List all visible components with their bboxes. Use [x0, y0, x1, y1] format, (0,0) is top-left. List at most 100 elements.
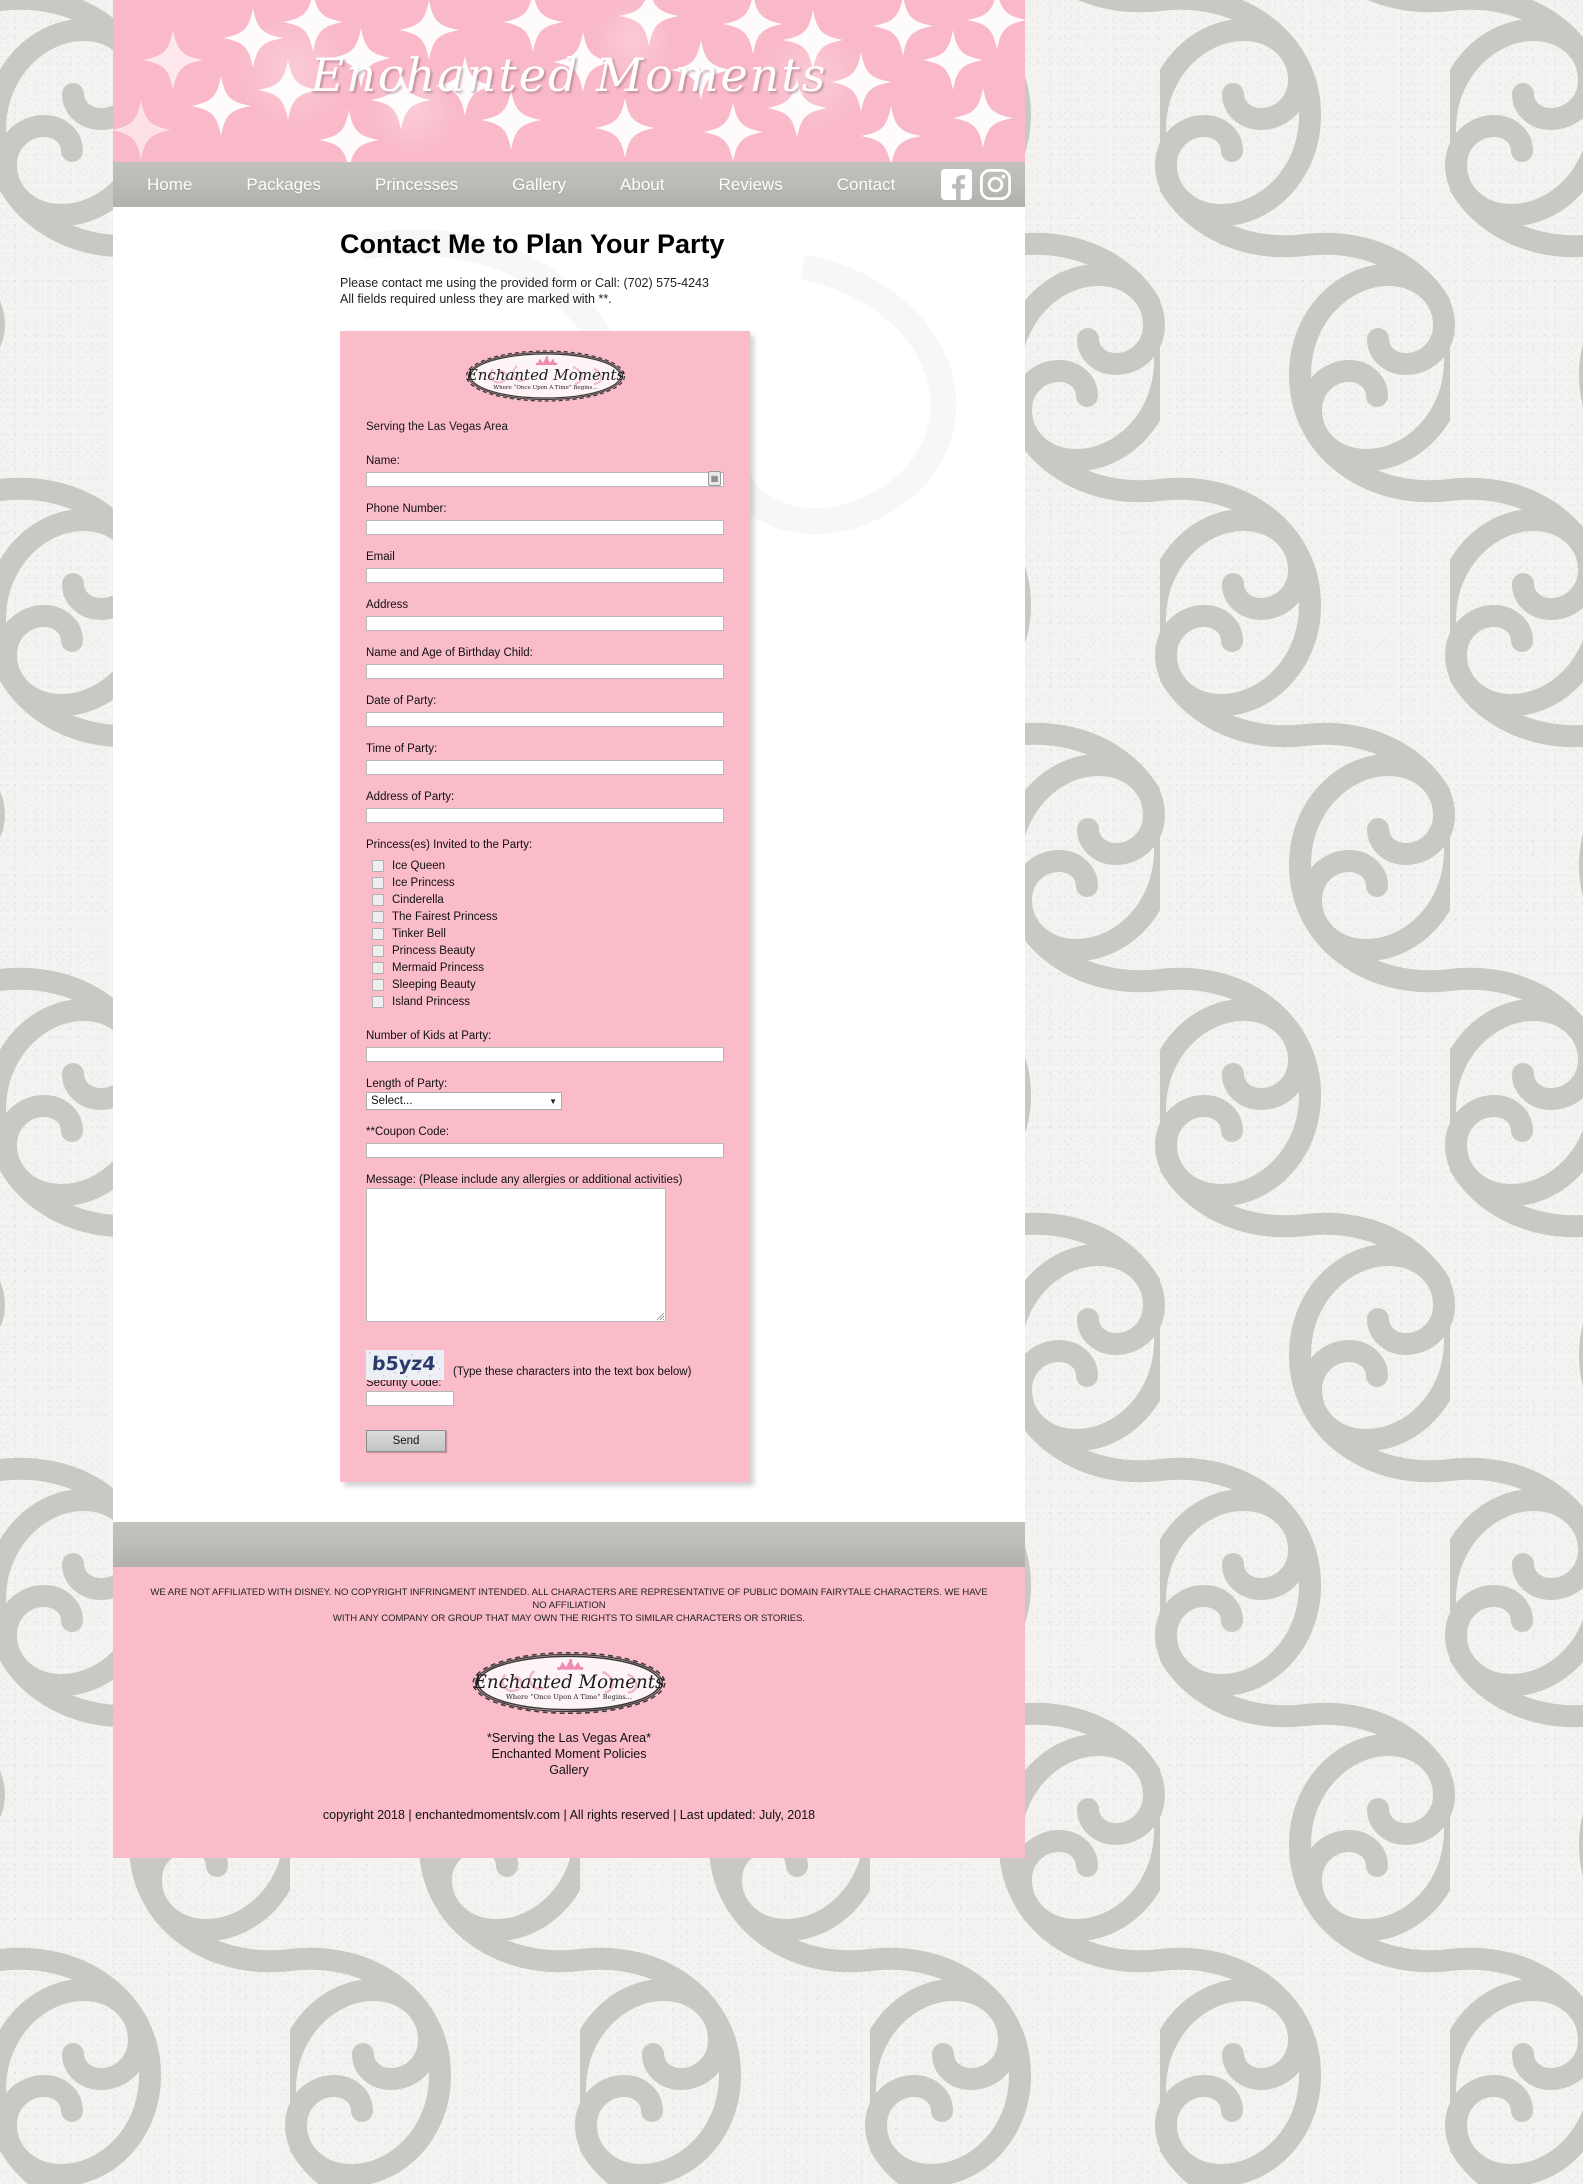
field-coupon-code: **Coupon Code: — [366, 1126, 724, 1158]
phone-input[interactable] — [366, 519, 724, 535]
footer-link-gallery[interactable]: Gallery — [143, 1762, 995, 1778]
checkbox-row-cinderella[interactable]: Cinderella — [366, 891, 724, 908]
name-input[interactable] — [366, 471, 724, 487]
checkbox-row-the-fairest-princess[interactable]: The Fairest Princess — [366, 908, 724, 925]
checkbox-row-tinker-bell[interactable]: Tinker Bell — [366, 925, 724, 942]
checkbox-row-mermaid-princess[interactable]: Mermaid Princess — [366, 959, 724, 976]
address-input[interactable] — [366, 615, 724, 631]
checkbox-island-princess[interactable] — [372, 995, 384, 1008]
field-phone: Phone Number: — [366, 503, 724, 535]
birthday-child-input[interactable] — [366, 663, 724, 679]
chevron-down-icon: ▼ — [549, 1096, 557, 1106]
field-email: Email — [366, 551, 724, 583]
nav-about[interactable]: About — [606, 175, 678, 195]
field-address: Address — [366, 599, 724, 631]
checkbox-row-princess-beauty[interactable]: Princess Beauty — [366, 942, 724, 959]
intro-line-1: Please contact me using the provided for… — [340, 276, 709, 290]
captcha-image: b5yz4 — [366, 1350, 444, 1381]
contact-form: Enchanted Moments Where “Once Upon A Tim… — [340, 331, 750, 1483]
checkbox-label-ice-queen: Ice Queen — [392, 859, 446, 872]
footer-copyright: copyright 2018 | enchantedmomentslv.com … — [322, 1807, 816, 1822]
checkbox-row-sleeping-beauty[interactable]: Sleeping Beauty — [366, 976, 724, 993]
checkbox-cinderella[interactable] — [372, 893, 384, 906]
resize-handle-icon[interactable] — [656, 1312, 665, 1321]
svg-text:Where “Once Upon A Time” Begin: Where “Once Upon A Time” Begins... — [506, 1692, 632, 1700]
checkbox-label-mermaid-princess: Mermaid Princess — [392, 961, 485, 974]
checkbox-tinker-bell[interactable] — [372, 927, 384, 940]
label-email: Email — [366, 551, 395, 564]
checkbox-sleeping-beauty[interactable] — [372, 978, 384, 991]
label-length-of-party: Length of Party: — [366, 1078, 448, 1091]
princess-checkbox-group: Ice Queen Ice Princess Cinderella The Fa… — [366, 857, 724, 1010]
checkbox-label-princess-beauty: Princess Beauty — [392, 944, 476, 957]
field-name: Name: ▦ — [366, 455, 724, 487]
coupon-code-input[interactable] — [366, 1142, 724, 1158]
email-input[interactable] — [366, 567, 724, 583]
site-banner: Enchanted Moments — [113, 0, 1025, 162]
label-name: Name: — [366, 455, 400, 468]
disclaimer-line-1: WE ARE NOT AFFILIATED WITH DISNEY. NO CO… — [150, 1587, 988, 1612]
address-of-party-input[interactable] — [366, 807, 724, 823]
captcha-hint: (Type these characters into the text box… — [453, 1366, 692, 1379]
field-message: Message: (Please include any allergies o… — [366, 1174, 724, 1323]
intro-text: Please contact me using the provided for… — [113, 260, 1025, 307]
checkbox-row-ice-queen[interactable]: Ice Queen — [366, 857, 724, 874]
label-address: Address — [366, 599, 409, 612]
checkbox-row-island-princess[interactable]: Island Princess — [366, 993, 724, 1010]
disclaimer-line-2: WITH ANY COMPANY OR GROUP THAT MAY OWN T… — [332, 1612, 806, 1624]
facebook-icon[interactable] — [941, 169, 973, 200]
label-message: Message: (Please include any allergies o… — [366, 1174, 683, 1187]
number-of-kids-input[interactable] — [366, 1046, 724, 1062]
label-coupon-code: **Coupon Code: — [366, 1126, 450, 1139]
form-logo: Enchanted Moments Where “Once Upon A Tim… — [465, 350, 625, 402]
name-input-row: ▦ — [366, 469, 724, 487]
date-of-party-input[interactable] — [366, 711, 724, 727]
nav-packages[interactable]: Packages — [232, 175, 335, 195]
checkbox-ice-princess[interactable] — [372, 876, 384, 889]
time-of-party-input[interactable] — [366, 759, 724, 775]
field-length-of-party: Length of Party: Select... ▼ — [366, 1078, 724, 1111]
checkbox-label-sleeping-beauty: Sleeping Beauty — [392, 978, 476, 991]
checkbox-label-island-princess: Island Princess — [392, 995, 470, 1008]
nav-contact[interactable]: Contact — [823, 175, 910, 195]
length-of-party-selected-value: Select... — [371, 1095, 413, 1108]
label-date-of-party: Date of Party: — [366, 695, 437, 708]
security-code-input[interactable] — [366, 1391, 454, 1407]
footer-logo: Enchanted Moments Where “Once Upon A Tim… — [472, 1651, 666, 1714]
label-birthday-child: Name and Age of Birthday Child: — [366, 647, 533, 660]
site-footer: WE ARE NOT AFFILIATED WITH DISNEY. NO CO… — [113, 1567, 1025, 1858]
autofill-icon[interactable]: ▦ — [708, 471, 721, 487]
page-column: Enchanted Moments Home Packages Princess… — [113, 0, 1025, 2184]
field-address-of-party: Address of Party: — [366, 791, 724, 823]
intro-line-2: All fields required unless they are mark… — [340, 291, 612, 306]
checkbox-mermaid-princess[interactable] — [372, 961, 384, 974]
checkbox-row-ice-princess[interactable]: Ice Princess — [366, 874, 724, 891]
checkbox-label-the-fairest-princess: The Fairest Princess — [392, 910, 498, 923]
svg-text:Enchanted Moments: Enchanted Moments — [465, 366, 624, 384]
checkbox-the-fairest-princess[interactable] — [372, 910, 384, 923]
instagram-icon[interactable] — [980, 169, 1012, 200]
checkbox-princess-beauty[interactable] — [372, 944, 384, 957]
footer-serving-area: *Serving the Las Vegas Area* — [486, 1730, 651, 1745]
field-birthday-child: Name and Age of Birthday Child: — [366, 647, 724, 679]
label-address-of-party: Address of Party: — [366, 791, 455, 804]
length-of-party-select[interactable]: Select... ▼ — [366, 1092, 562, 1111]
label-phone: Phone Number: — [366, 503, 447, 516]
main-content: Contact Me to Plan Your Party Please con… — [113, 207, 1025, 1523]
message-textarea[interactable] — [366, 1188, 666, 1323]
serving-area-note: Serving the Las Vegas Area — [366, 421, 508, 434]
social-links — [941, 169, 1012, 200]
send-button[interactable]: Send — [366, 1430, 446, 1453]
footer-link-policies[interactable]: Enchanted Moment Policies — [143, 1746, 995, 1762]
captcha-row: b5yz4 (Type these characters into the te… — [366, 1350, 724, 1381]
checkbox-ice-queen[interactable] — [372, 859, 384, 872]
nav-reviews[interactable]: Reviews — [704, 175, 796, 195]
nav-home[interactable]: Home — [133, 175, 206, 195]
field-time-of-party: Time of Party: — [366, 743, 724, 775]
checkbox-label-ice-princess: Ice Princess — [392, 876, 455, 889]
field-date-of-party: Date of Party: — [366, 695, 724, 727]
nav-princesses[interactable]: Princesses — [361, 175, 472, 195]
footer-divider-bar — [113, 1522, 1025, 1568]
nav-gallery[interactable]: Gallery — [498, 175, 580, 195]
page-title: Contact Me to Plan Your Party — [340, 229, 725, 259]
